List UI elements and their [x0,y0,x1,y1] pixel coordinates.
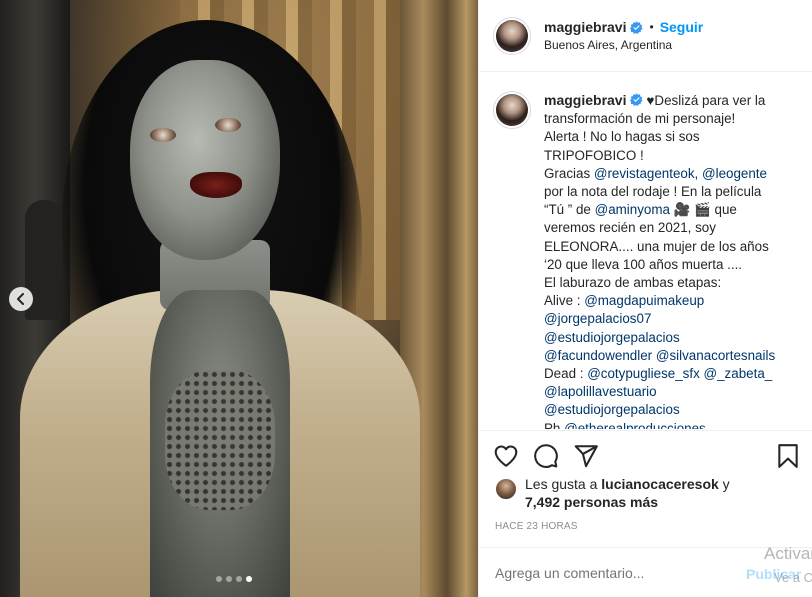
caption-text: por la nota del rodaje ! En la película [544,184,762,200]
caption-line: por la nota del rodaje ! En la película [544,183,789,201]
share-icon[interactable] [573,443,599,469]
caption-line: Alerta ! No lo hagas si sos [544,128,789,146]
subject-eye-left [150,128,176,142]
caption-line: veremos recién en 2021, soy [544,219,789,237]
caption-text: , [694,165,702,181]
caption-text: Alerta ! No lo hagas si sos [544,129,700,145]
mention-link[interactable]: @aminyoma [595,202,670,217]
mention-link[interactable]: @facundowendler [544,348,652,363]
caption-area: maggiebravi ♥Deslizá para ver la transfo… [479,73,812,429]
carousel-prev-button[interactable] [9,287,33,311]
comment-icon[interactable] [533,443,559,469]
caption-body: transformación de mi personaje! Alerta ! … [544,110,789,429]
watermark-line-2: Ve a Co [774,570,812,585]
mention-link[interactable]: @jorgepalacios07 [544,311,651,326]
mention-link[interactable]: @cotypugliese_sfx [587,366,700,381]
caption-text: veremos recién en 2021, soy [544,220,716,236]
caption-text: Alive : [544,293,585,309]
follow-button[interactable]: Seguir [660,19,704,35]
subject-eye-right [215,118,241,132]
caption-line: @facundowendler @silvanacortesnails [544,347,789,365]
caption-text: Ph [544,420,565,429]
post-actions [479,430,812,472]
caption-line: Ph @etherealproducciones [544,420,789,429]
caption-line: @jorgepalacios07 [544,310,789,328]
caption-line: Gracias @revistagenteok, @leogente [544,165,789,183]
caption-text: TRIPOFOBICO ! [544,147,644,163]
mention-link[interactable]: @revistagenteok [594,166,695,181]
caption-text: Dead : [544,366,588,382]
caption-text: ELEONORA.... una mujer de los años [544,238,769,254]
caption-text: “Tú ” de [544,202,595,218]
caption-first-line: ♥Deslizá para ver la [646,93,765,108]
mention-link[interactable]: @estudiojorgepalacios [544,330,680,345]
mention-link[interactable]: @leogente [702,166,767,181]
post-location[interactable]: Buenos Aires, Argentina [544,38,703,52]
likes-summary: Les gusta a lucianocaceresok y 7,492 per… [495,475,796,511]
caption-line: transformación de mi personaje! [544,110,789,128]
mention-link[interactable]: @magdapuimakeup [584,293,704,308]
caption-text: transformación de mi personaje! [544,111,736,127]
heart-icon[interactable] [493,443,519,469]
comment-form: Publicar [479,547,812,597]
mention-link[interactable]: @etherealproducciones [564,421,706,429]
post-caption: maggiebravi ♥Deslizá para ver la transfo… [544,91,789,429]
caption-line: “Tú ” de @aminyoma 🎥 🎬 que [544,201,789,219]
caption-text: Gracias [544,165,594,181]
caption-line: @estudiojorgepalacios [544,401,789,419]
author-avatar[interactable] [493,16,531,55]
caption-line: @lapolillavestuario [544,383,789,401]
mention-link[interactable]: @silvanacortesnails [656,348,775,363]
likes-count[interactable]: 7,492 personas más [525,494,658,510]
author-username[interactable]: maggiebravi [544,19,626,35]
caption-line: ELEONORA.... una mujer de los años [544,238,789,256]
mention-link[interactable]: @lapolillavestuario [544,384,657,399]
caption-line: TRIPOFOBICO ! [544,147,789,165]
verified-badge-icon [630,93,644,106]
carousel-dot [226,576,232,582]
liker-avatar[interactable] [495,478,517,500]
subject-mouth [190,172,242,198]
caption-line: Dead : @cotypugliese_sfx @_zabeta_ [544,365,789,383]
bookmark-icon[interactable] [775,443,801,469]
verified-badge-icon [630,20,644,34]
carousel-dot [216,576,222,582]
caption-line: ‘20 que lleva 100 años muerta .... [544,256,789,274]
comment-input[interactable] [495,564,725,581]
windows-activation-watermark: Activar Ve a Co [764,542,812,590]
subject-face [130,60,280,260]
caption-text: 🎥 🎬 que [669,202,737,218]
carousel-dot [236,576,242,582]
caption-line: @estudiojorgepalacios [544,329,789,347]
likes-middle: y [718,476,730,492]
caption-line: Alive : @magdapuimakeup [544,292,789,310]
caption-author-avatar[interactable] [493,91,531,129]
watermark-line-1: Activar [764,544,812,563]
caption-text: El laburazo de ambas etapas: [544,275,722,291]
carousel-indicator [216,576,252,582]
caption-text: ♥Deslizá para ver la [646,93,766,108]
caption-text: ‘20 que lleva 100 años muerta .... [544,256,743,272]
liker-username[interactable]: lucianocaceresok [601,476,719,492]
subject-prosthetic-pattern [165,370,275,510]
post-photo[interactable] [0,0,478,597]
caption-username[interactable]: maggiebravi [544,92,626,108]
header-separator: • [649,20,654,34]
chevron-left-icon [17,293,24,305]
post-timestamp[interactable]: Hace 23 horas [495,521,578,532]
caption-line: El laburazo de ambas etapas: [544,274,789,292]
mention-link[interactable]: @_zabeta_ [704,366,773,381]
mention-link[interactable]: @estudiojorgepalacios [544,402,680,417]
post-header: maggiebravi • Seguir Buenos Aires, Argen… [479,0,812,72]
carousel-dot [246,576,252,582]
post-details-panel: maggiebravi • Seguir Buenos Aires, Argen… [478,0,812,597]
likes-prefix: Les gusta a [525,476,602,492]
